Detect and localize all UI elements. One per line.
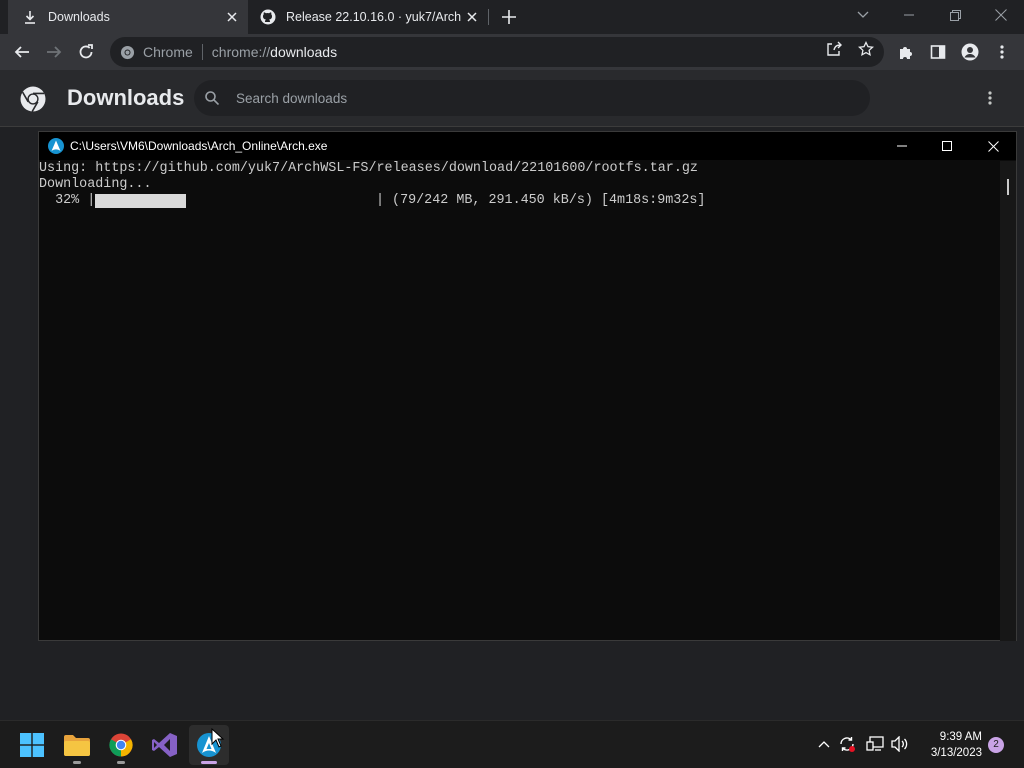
progress-bar-fill xyxy=(95,194,186,208)
tab-strip: Downloads Release 22.10.16.0 · yuk7/Arch… xyxy=(0,0,1024,34)
progress-end-pipe: | xyxy=(376,193,385,208)
console-close-icon[interactable] xyxy=(970,132,1016,160)
bookmark-star-icon[interactable] xyxy=(858,41,874,57)
tab-github-release[interactable]: Release 22.10.16.0 · yuk7/ArchW xyxy=(252,0,488,34)
browser-toolbar: Chrome chrome://downloads xyxy=(0,34,1024,70)
mouse-cursor-icon xyxy=(211,728,225,748)
progress-stats: (79/242 MB, 291.450 kB/s) [4m18s:9m32s] xyxy=(384,193,706,208)
taskbar-visual-studio[interactable] xyxy=(145,725,185,765)
console-line: Using: https://github.com/yuk7/ArchWSL-F… xyxy=(39,161,698,176)
chevron-up-icon[interactable] xyxy=(815,735,833,753)
clock-time: 9:39 AM xyxy=(939,731,982,743)
close-tab-icon[interactable] xyxy=(464,9,480,25)
taskbar-file-explorer[interactable] xyxy=(57,725,97,765)
progress-percent: 32% | xyxy=(39,193,96,208)
side-panel-icon[interactable] xyxy=(924,38,952,66)
windows-logo-icon xyxy=(20,733,44,757)
close-window-icon[interactable] xyxy=(978,0,1024,30)
running-indicator xyxy=(73,761,81,764)
visual-studio-icon xyxy=(152,733,177,757)
console-output[interactable]: Using: https://github.com/yuk7/ArchWSL-F… xyxy=(39,161,1000,641)
chrome-logo-icon xyxy=(20,86,46,112)
start-button[interactable] xyxy=(12,725,52,765)
chrome-icon xyxy=(119,44,135,60)
volume-icon[interactable] xyxy=(891,735,909,753)
back-button[interactable] xyxy=(8,38,36,66)
tab-separator xyxy=(488,9,489,25)
clock-date: 3/13/2023 xyxy=(930,747,982,759)
omnibox-separator xyxy=(201,44,203,60)
system-clock[interactable]: 9:39 AM 3/13/2023 xyxy=(918,729,982,761)
console-scroll-thumb[interactable] xyxy=(1007,179,1009,195)
chrome-icon xyxy=(109,733,133,757)
chrome-menu-icon[interactable] xyxy=(988,38,1016,66)
running-indicator xyxy=(117,761,125,764)
console-minimize-icon[interactable] xyxy=(879,132,925,160)
profile-avatar-icon[interactable] xyxy=(956,38,984,66)
page-title: Downloads xyxy=(67,85,185,110)
console-window: C:\Users\VM6\Downloads\Arch_Online\Arch.… xyxy=(38,131,1017,641)
console-title: C:\Users\VM6\Downloads\Arch_Online\Arch.… xyxy=(70,139,328,153)
console-scrollbar[interactable] xyxy=(1000,161,1016,641)
restore-icon[interactable] xyxy=(932,0,978,30)
tab-title: Release 22.10.16.0 · yuk7/ArchW xyxy=(286,10,461,24)
console-titlebar[interactable]: C:\Users\VM6\Downloads\Arch_Online\Arch.… xyxy=(39,132,1016,160)
minimize-icon[interactable] xyxy=(886,0,932,30)
tab-downloads[interactable]: Downloads xyxy=(8,0,248,34)
reload-button[interactable] xyxy=(72,38,100,66)
search-input[interactable] xyxy=(236,90,836,106)
forward-button[interactable] xyxy=(40,38,68,66)
more-actions-icon[interactable] xyxy=(980,88,1000,108)
url-host: downloads xyxy=(270,44,338,60)
notification-badge[interactable]: 2 xyxy=(988,737,1004,753)
taskbar: 9:39 AM 3/13/2023 2 xyxy=(0,720,1024,768)
console-line: Downloading... xyxy=(39,177,152,192)
share-icon[interactable] xyxy=(826,41,842,57)
download-icon xyxy=(22,9,38,25)
close-tab-icon[interactable] xyxy=(224,9,240,25)
arch-icon xyxy=(48,138,64,154)
folder-icon xyxy=(64,735,90,756)
progress-track xyxy=(95,193,378,209)
console-maximize-icon[interactable] xyxy=(924,132,970,160)
sync-icon[interactable] xyxy=(838,735,856,753)
new-tab-button[interactable] xyxy=(499,7,519,27)
taskbar-chrome[interactable] xyxy=(101,725,141,765)
downloads-header: Downloads xyxy=(0,70,1024,127)
search-icon xyxy=(204,90,220,106)
progress-row: 32% | | (79/242 MB, 291.450 kB/s) [4m18s… xyxy=(39,193,1000,209)
url-scheme: chrome:// xyxy=(211,44,271,60)
tab-title: Downloads xyxy=(48,10,110,24)
extensions-icon[interactable] xyxy=(892,38,920,66)
network-icon[interactable] xyxy=(866,735,884,753)
github-icon xyxy=(260,9,276,25)
search-box[interactable] xyxy=(194,80,870,116)
active-indicator xyxy=(201,761,217,764)
tab-search-icon[interactable] xyxy=(840,0,886,30)
site-chip: Chrome xyxy=(143,44,193,60)
address-bar[interactable]: Chrome chrome://downloads xyxy=(110,37,884,67)
